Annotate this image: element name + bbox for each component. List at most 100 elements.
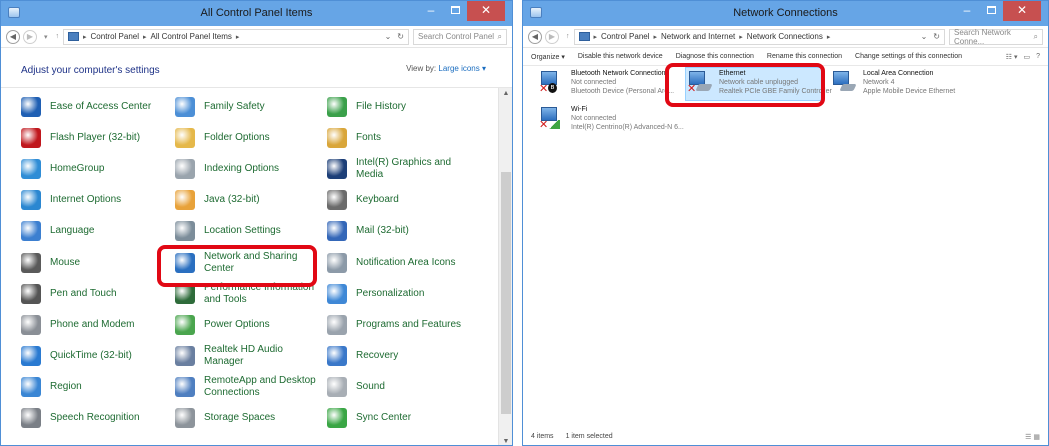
search-network-input[interactable]: Search Network Conne... ⌕ [949,28,1043,46]
vertical-scrollbar[interactable]: ▲ ▼ [498,88,512,445]
cp-item-intel-graphics[interactable]: Intel(R) Graphics and Media [327,157,477,181]
help-icon[interactable]: ? [1036,53,1040,61]
view-by-value[interactable]: Large icons [438,64,479,73]
network-adapter-icon: ʙ ✕ [539,69,565,95]
control-panel-icon [68,32,80,41]
indexing-options-icon [175,159,195,180]
forward-button[interactable]: ▶ [23,29,37,44]
rename-button[interactable]: Rename this connection [767,53,842,60]
scroll-up-icon[interactable]: ▲ [499,90,512,97]
cp-item-mail[interactable]: Mail (32-bit) [327,219,477,243]
diagnose-button[interactable]: Diagnose this connection [676,53,754,60]
cp-item-flash-player[interactable]: Flash Player (32-bit) [21,126,169,150]
programs-features-icon [327,314,347,335]
cp-item-language[interactable]: Language [21,219,169,243]
cp-item-label: Location Settings [204,225,281,237]
up-arrow-icon[interactable]: ↑ [56,33,60,40]
cp-item-mouse[interactable]: Mouse [21,251,169,275]
cp-item-region[interactable]: Region [21,375,169,399]
cp-item-sound[interactable]: Sound [327,375,477,399]
sync-center-icon [327,408,347,428]
cp-item-java[interactable]: Java (32-bit) [175,188,323,212]
cp-item-storage-spaces[interactable]: Storage Spaces [175,406,323,430]
minimize-button[interactable]: – [419,1,443,21]
realtek-audio-icon [175,345,195,366]
organize-button[interactable]: Organize ▾ [531,53,565,61]
cp-item-remoteapp[interactable]: RemoteApp and Desktop Connections [175,375,323,399]
cp-item-location-settings[interactable]: Location Settings [175,219,323,243]
cp-item-speech-recognition[interactable]: Speech Recognition [21,406,169,430]
search-control-panel-input[interactable]: Search Control Panel ⌕ [413,28,507,45]
address-dropdown-icon[interactable]: ⌄ [385,32,392,41]
cp-item-folder-options[interactable]: Folder Options [175,126,323,150]
cp-item-programs-features[interactable]: Programs and Features [327,313,477,337]
breadcrumb-network-connections[interactable]: Network Connections [747,32,823,41]
scrollbar-thumb[interactable] [501,172,511,414]
cp-item-personalization[interactable]: Personalization [327,282,477,306]
remoteapp-icon [175,376,195,397]
cp-item-keyboard[interactable]: Keyboard [327,188,477,212]
cp-item-realtek-audio[interactable]: Realtek HD Audio Manager [175,344,323,368]
close-button[interactable]: ✕ [467,1,505,21]
cp-item-family-safety[interactable]: Family Safety [175,95,323,119]
control-panel-titlebar[interactable]: All Control Panel Items – ✕ [1,1,512,26]
connection-status: Network 4 [863,79,895,86]
scroll-down-icon[interactable]: ▼ [499,438,512,445]
address-dropdown-icon[interactable]: ⌄ [921,32,928,41]
cp-item-label: Keyboard [356,194,399,206]
cp-item-file-history[interactable]: File History [327,95,477,119]
connection-name: Wi-Fi [571,106,588,113]
cp-item-indexing-options[interactable]: Indexing Options [175,157,323,181]
cp-item-internet-options[interactable]: Internet Options [21,188,169,212]
view-options-icon[interactable]: ☷ ▾ [1006,53,1018,61]
view-by-control[interactable]: View by: Large icons ▾ [406,64,486,73]
cp-item-phone-modem[interactable]: Phone and Modem [21,313,169,337]
maximize-button[interactable] [443,1,467,21]
connection-wi-fi[interactable]: ✕ Wi-Fi Not connected Intel(R) Centrino(R) … [539,105,684,132]
disable-device-button[interactable]: Disable this network device [578,53,663,60]
details-view-icon[interactable]: ☰ ▦ [1025,433,1040,443]
preview-pane-icon[interactable]: ▭ [1023,53,1030,61]
region-icon [21,376,41,397]
ease-of-access-icon [21,97,41,117]
chevron-down-icon[interactable]: ▾ [482,64,486,73]
search-icon: ⌕ [497,31,502,41]
breadcrumb-network-internet[interactable]: Network and Internet [661,32,735,41]
forward-button[interactable]: ▶ [545,29,559,44]
cp-item-notification-area[interactable]: Notification Area Icons [327,251,477,275]
cp-item-ease-of-access[interactable]: Ease of Access Center [21,95,169,119]
cp-item-pen-touch[interactable]: Pen and Touch [21,282,169,306]
refresh-icon[interactable]: ↻ [933,32,940,41]
refresh-icon[interactable]: ↻ [397,32,404,41]
cp-item-homegroup[interactable]: HomeGroup [21,157,169,181]
cp-item-power-options[interactable]: Power Options [175,313,323,337]
network-connections-titlebar[interactable]: Network Connections – ✕ [523,1,1048,26]
back-button[interactable]: ◀ [6,29,20,44]
up-arrow-icon[interactable]: ↑ [566,33,570,40]
monitor-icon [833,71,849,85]
minimize-button[interactable]: – [955,1,979,21]
maximize-button[interactable] [979,1,1003,21]
back-button[interactable]: ◀ [528,29,542,44]
cp-item-fonts[interactable]: Fonts [327,126,477,150]
breadcrumb-all-items[interactable]: All Control Panel Items [151,32,232,41]
cp-item-recovery[interactable]: Recovery [327,344,477,368]
network-cable-icon [839,84,857,91]
cp-item-quicktime[interactable]: QuickTime (32-bit) [21,344,169,368]
disconnected-x-icon: ✕ [539,119,549,131]
address-field[interactable]: ▸ Control Panel ▸ All Control Panel Item… [63,28,409,45]
breadcrumb-control-panel[interactable]: Control Panel [601,32,649,41]
address-field[interactable]: ▸ Control Panel ▸ Network and Internet ▸… [573,28,945,45]
internet-options-icon [21,190,41,211]
recent-locations-icon[interactable]: ▾ [44,33,48,41]
connection-bluetooth-network-connection[interactable]: ʙ ✕ Bluetooth Network Connection Not connec… [539,69,674,96]
flash-player-icon [21,128,41,149]
change-settings-button[interactable]: Change settings of this connection [855,53,962,60]
breadcrumb-control-panel[interactable]: Control Panel [91,32,139,41]
cp-item-label: Folder Options [204,132,270,144]
sound-icon [327,376,347,397]
close-button[interactable]: ✕ [1003,1,1041,21]
connection-local-area-connection[interactable]: Local Area Connection Network 4 Apple Mobi… [831,69,955,96]
cp-item-label: Language [50,225,95,237]
cp-item-sync-center[interactable]: Sync Center [327,406,477,430]
